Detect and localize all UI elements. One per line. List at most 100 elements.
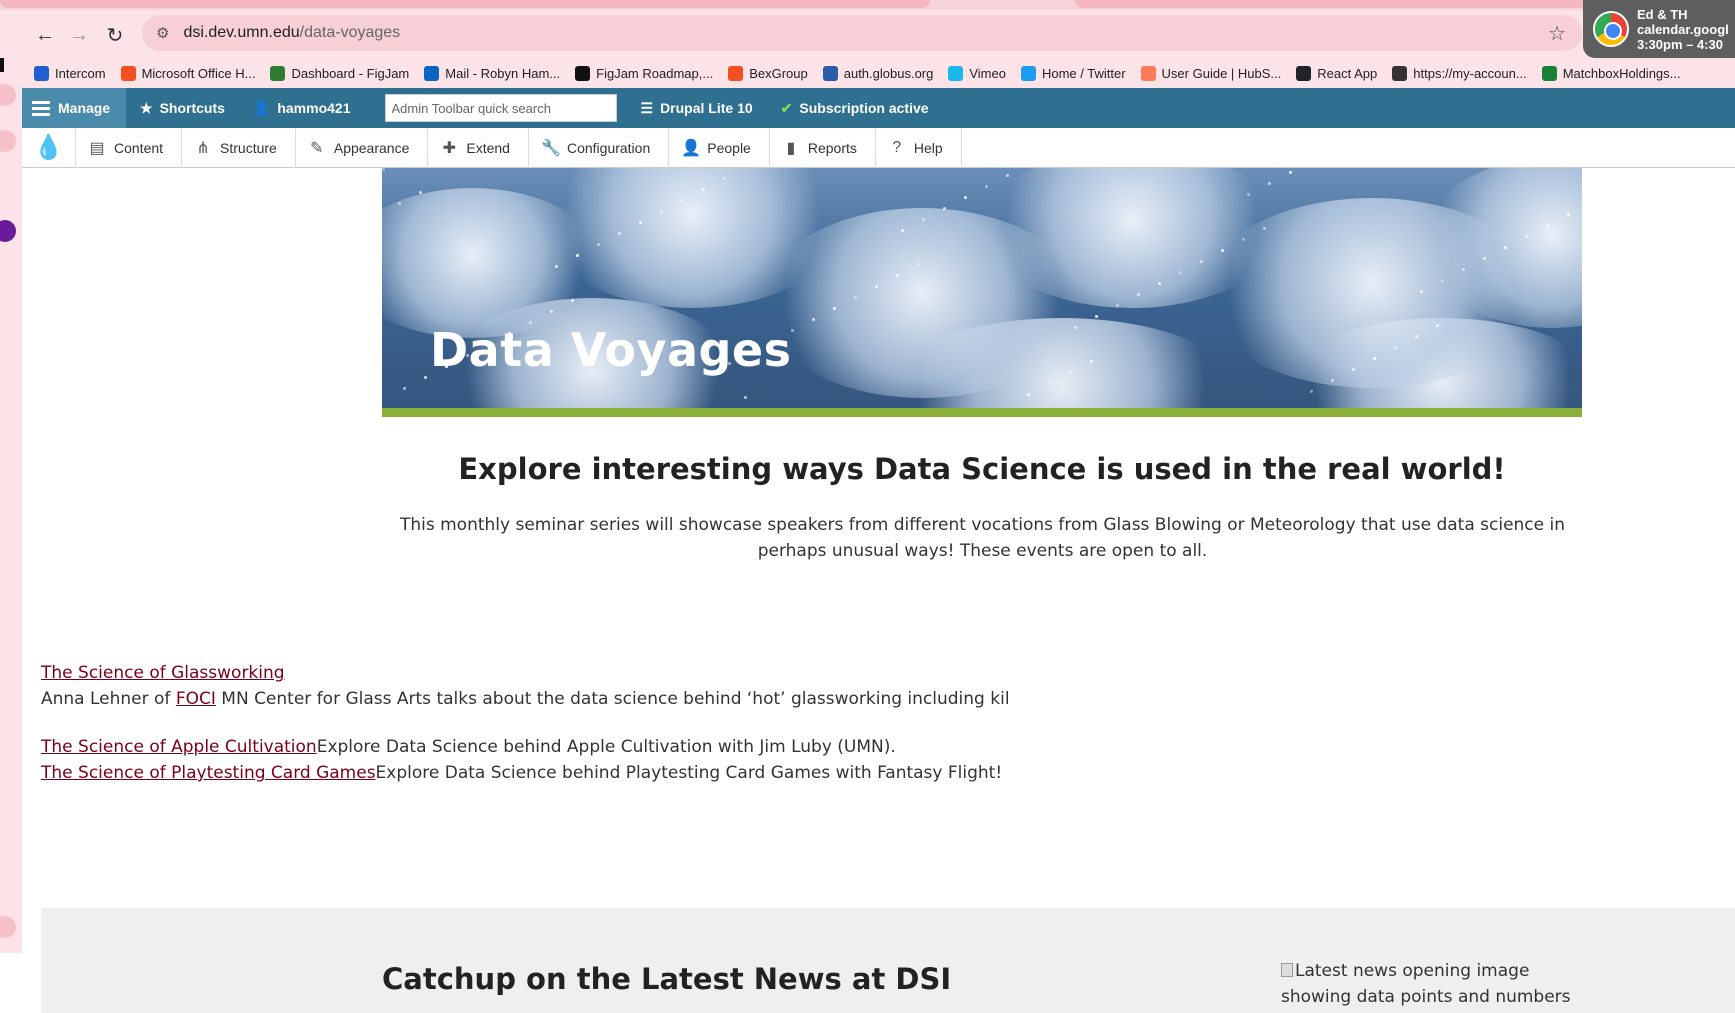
reload-button[interactable]: ↻ xyxy=(98,18,132,52)
side-panel-chip[interactable] xyxy=(0,84,16,106)
tab-reports-label: Reports xyxy=(807,139,857,156)
tab-structure[interactable]: ⋔ Structure xyxy=(182,127,296,168)
star-decoration xyxy=(1483,257,1486,260)
url-path: /data-voyages xyxy=(299,24,401,41)
tab-extend[interactable]: ✚ Extend xyxy=(428,127,529,168)
address-bar[interactable]: ⚙ dsi.dev.umn.edu/data-voyages ☆ xyxy=(142,15,1582,51)
bookmark-item[interactable]: https://my-accoun... xyxy=(1392,65,1527,81)
site-settings-icon[interactable]: ⚙ xyxy=(156,24,169,42)
side-panel-chip[interactable] xyxy=(0,916,16,938)
event-link-card-games[interactable]: The Science of Playtesting Card Games xyxy=(41,763,376,783)
subscription-button[interactable]: ✔ Subscription active xyxy=(767,88,943,128)
star-decoration xyxy=(1074,326,1077,329)
list-item: The Science of Playtesting Card GamesExp… xyxy=(41,760,1010,786)
star-decoration xyxy=(1289,171,1292,174)
tab-appearance[interactable]: ✎ Appearance xyxy=(296,127,429,168)
bookmark-label: User Guide | HubS... xyxy=(1161,65,1282,81)
side-panel-chip[interactable] xyxy=(0,220,16,242)
star-decoration xyxy=(1268,182,1271,185)
star-decoration xyxy=(875,285,878,288)
star-decoration xyxy=(1027,393,1030,396)
star-decoration xyxy=(576,254,579,257)
star-decoration xyxy=(1394,346,1397,349)
bookmark-favicon-icon xyxy=(1541,65,1557,81)
event-list: The Science of Glassworking Anna Lehner … xyxy=(41,660,1010,786)
bookmark-label: Vimeo xyxy=(969,65,1006,81)
tab-configuration[interactable]: 🔧 Configuration xyxy=(529,127,670,168)
user-icon: 👤 xyxy=(252,99,271,116)
arrow-left-icon: ← xyxy=(35,23,55,46)
star-decoration xyxy=(1247,193,1250,196)
star-decoration xyxy=(1137,293,1140,296)
list-item: The Science of Apple CultivationExplore … xyxy=(41,734,1010,760)
bookmark-item[interactable]: Intercom xyxy=(34,65,106,81)
star-decoration xyxy=(812,318,815,321)
broken-image-icon xyxy=(1281,963,1293,977)
bookmark-label: Mail - Robyn Ham... xyxy=(445,65,561,81)
bookmark-item[interactable]: Vimeo xyxy=(948,65,1006,81)
left-side-panel xyxy=(0,58,22,953)
bookmark-item[interactable]: BexGroup xyxy=(728,65,808,81)
bookmark-item[interactable]: Home / Twitter xyxy=(1020,65,1126,81)
star-decoration xyxy=(702,188,705,191)
bookmark-favicon-icon xyxy=(34,65,49,81)
forward-button[interactable]: → xyxy=(62,18,96,52)
bookmark-favicon-icon xyxy=(575,65,591,81)
star-decoration xyxy=(1525,235,1528,238)
bookmark-item[interactable]: React App xyxy=(1296,65,1377,81)
tab-content[interactable]: ▤ Content xyxy=(76,127,183,168)
reload-icon: ↻ xyxy=(106,24,124,47)
event-link-glassworking[interactable]: The Science of Glassworking xyxy=(41,663,285,683)
bookmark-item[interactable]: FigJam Roadmap,... xyxy=(575,65,714,81)
star-decoration xyxy=(901,229,904,232)
admin-search-input[interactable] xyxy=(384,94,617,122)
site-button[interactable]: ☰ Drupal Lite 10 xyxy=(627,88,767,128)
user-button[interactable]: 👤 hammo421 xyxy=(239,88,365,128)
back-button[interactable]: ← xyxy=(28,18,62,52)
event-link-apple-cultivation[interactable]: The Science of Apple Cultivation xyxy=(41,737,317,757)
star-decoration xyxy=(1373,357,1376,360)
bar-chart-icon: ▮ xyxy=(786,139,796,157)
tab-extend-label: Extend xyxy=(466,139,510,156)
bookmark-label: FigJam Roadmap,... xyxy=(596,65,714,81)
admin-toolbar: Manage ★ Shortcuts 👤 hammo421 ☰ Drupal L… xyxy=(22,88,1735,128)
side-panel-chip[interactable] xyxy=(0,130,16,152)
bookmarks-bar: Intercom Microsoft Office H... Dashboard -… xyxy=(22,58,1735,88)
bookmark-label: Intercom xyxy=(55,65,106,81)
event-text: Explore Data Science behind Playtesting … xyxy=(375,763,1003,783)
bookmark-item[interactable]: Microsoft Office H... xyxy=(120,65,255,81)
url-host: dsi.dev.umn.edu xyxy=(183,24,300,41)
bookmark-favicon-icon xyxy=(728,65,744,81)
star-decoration xyxy=(896,274,899,277)
bookmark-favicon-icon xyxy=(120,65,136,81)
tab-people-label: People xyxy=(707,139,751,156)
star-decoration xyxy=(1331,379,1334,382)
star-decoration xyxy=(1069,371,1072,374)
news-image: Latest news opening image showing data p… xyxy=(1281,958,1571,1010)
star-decoration xyxy=(419,191,422,194)
bookmark-item[interactable]: User Guide | HubS... xyxy=(1140,65,1282,81)
bookmark-star-icon[interactable]: ☆ xyxy=(1548,21,1566,46)
bookmark-item[interactable]: MatchboxHoldings... xyxy=(1541,65,1680,81)
bookmark-item[interactable]: auth.globus.org xyxy=(822,65,933,81)
intro-text: This monthly seminar series will showcas… xyxy=(399,515,1566,561)
foci-link[interactable]: FOCI xyxy=(176,689,216,709)
shortcuts-label: Shortcuts xyxy=(159,100,225,116)
event-text: Anna Lehner of xyxy=(41,689,176,709)
tab-help[interactable]: ? Help xyxy=(876,127,962,168)
help-icon: ? xyxy=(892,138,902,156)
star-decoration xyxy=(1310,390,1313,393)
calendar-notification[interactable]: Ed & TH calendar.googl 3:30pm – 4:30 xyxy=(1583,0,1735,58)
side-panel-marker xyxy=(0,58,4,72)
tab-configuration-label: Configuration xyxy=(566,139,651,156)
star-decoration xyxy=(833,307,836,310)
tab-reports[interactable]: ▮ Reports xyxy=(770,127,876,168)
manage-button[interactable]: Manage xyxy=(22,88,126,128)
drupal-home-button[interactable]: 💧 xyxy=(22,127,76,168)
bookmark-item[interactable]: Dashboard - FigJam xyxy=(270,65,409,81)
bookmark-item[interactable]: Mail - Robyn Ham... xyxy=(424,65,561,81)
browser-tab[interactable] xyxy=(0,0,930,8)
shortcuts-button[interactable]: ★ Shortcuts xyxy=(126,88,239,128)
tab-people[interactable]: 👤 People xyxy=(669,127,770,168)
tab-content-label: Content xyxy=(114,139,164,156)
